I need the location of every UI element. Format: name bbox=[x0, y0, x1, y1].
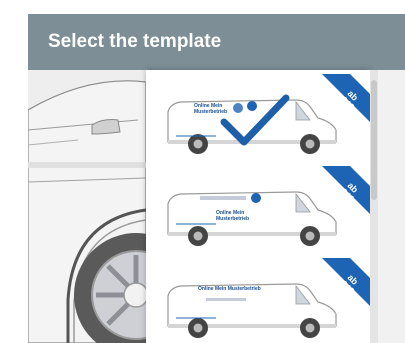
template-selector-panel: Select the template Online Mein Musterbe… bbox=[28, 14, 405, 343]
price-ribbon-icon: ab €49,- bbox=[322, 74, 370, 122]
template-list: Online Mein Musterbetrieb ab €49,- Onlin… bbox=[146, 70, 370, 343]
side-spacer bbox=[378, 70, 405, 343]
price-ribbon-icon: ab €49,- bbox=[322, 166, 370, 214]
template-option-3[interactable]: Online Mein Musterbetrieb ab €49,- bbox=[146, 258, 370, 343]
template-option-1[interactable]: Online Mein Musterbetrieb ab €49,- bbox=[146, 74, 370, 168]
price-ribbon-icon: ab €49,- bbox=[322, 258, 370, 306]
template-list-scrollbar[interactable] bbox=[370, 70, 378, 343]
template-option-2[interactable]: Online Mein Musterbetrieb ab €49,- bbox=[146, 166, 370, 260]
panel-title: Select the template bbox=[28, 14, 405, 70]
scrollbar-thumb[interactable] bbox=[371, 80, 377, 200]
